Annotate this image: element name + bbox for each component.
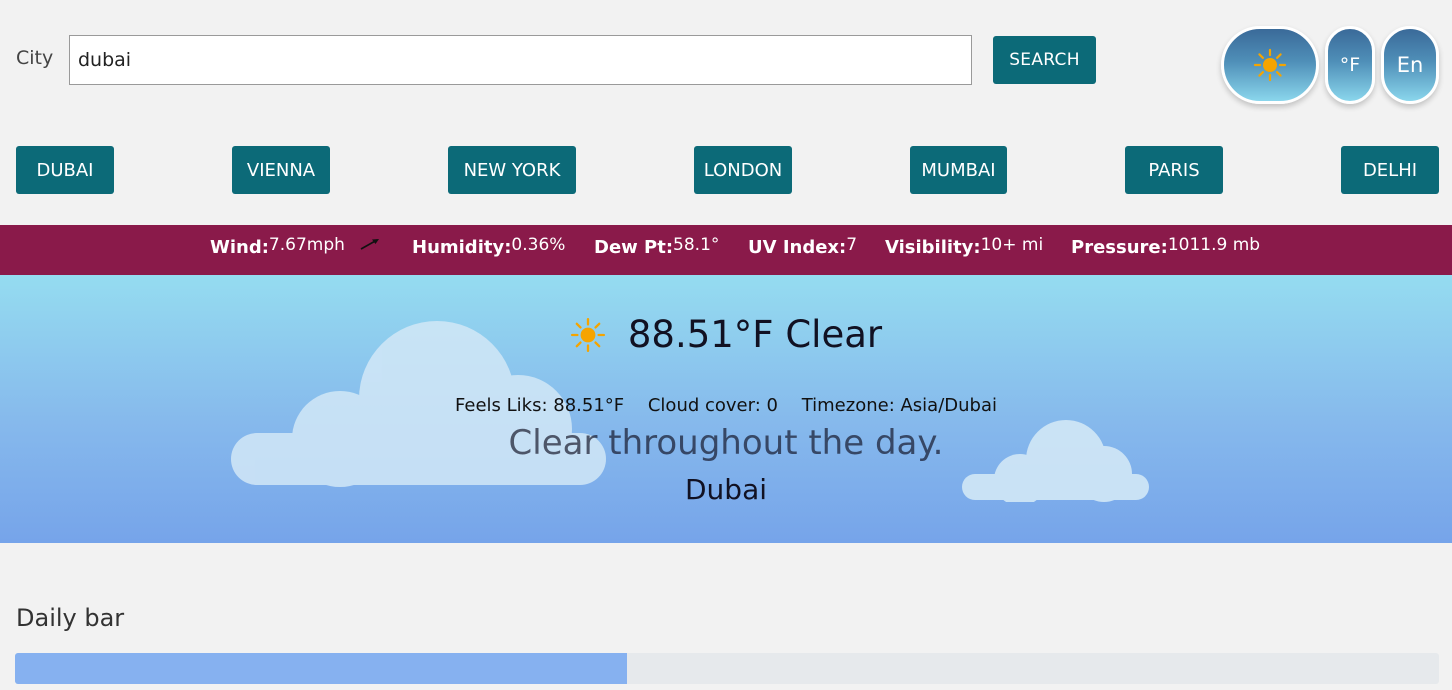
- temperature-condition: 88.51°F Clear: [627, 313, 883, 356]
- city-button-mumbai[interactable]: MUMBAI: [910, 146, 1007, 194]
- city-button-london[interactable]: LONDON: [694, 146, 792, 194]
- pressure-stat: Pressure:1011.9 mb: [1071, 235, 1261, 258]
- weather-details: Feels Liks: 88.51°F Cloud cover: 0 Timez…: [0, 395, 1452, 416]
- daily-bar-title: Daily bar: [16, 604, 125, 632]
- unit-toggle-button[interactable]: °F: [1325, 26, 1375, 104]
- language-toggle-button[interactable]: En: [1381, 26, 1439, 104]
- wind-label: Wind:: [210, 237, 269, 258]
- sun-icon: [570, 317, 605, 352]
- city-button-dubai[interactable]: DUBAI: [16, 146, 114, 194]
- theme-toggle-button[interactable]: [1221, 26, 1319, 104]
- feels-like: Feels Liks: 88.51°F: [455, 395, 625, 416]
- visibility-value: 10+ mi: [980, 235, 1044, 255]
- dew-point-label: Dew Pt:: [594, 237, 674, 258]
- city-name: Dubai: [684, 473, 768, 506]
- current-conditions-heading: 88.51°F Clear: [0, 313, 1452, 356]
- wind-value: 7.67mph: [268, 235, 345, 255]
- dew-point-stat: Dew Pt:58.1°: [594, 235, 720, 258]
- daily-progress-fill: [15, 653, 628, 684]
- uv-index-value: 7: [846, 235, 858, 255]
- cloud-cover: Cloud cover: 0: [647, 395, 778, 416]
- wind-stat: Wind:7.67mph: [210, 235, 381, 258]
- search-bar: City SEARCH °F En: [0, 0, 1452, 120]
- dew-point-value: 58.1°: [673, 235, 720, 255]
- uv-index-stat: UV Index:7: [748, 235, 858, 258]
- humidity-stat: Humidity:0.36%: [412, 235, 566, 258]
- city-button-paris[interactable]: PARIS: [1125, 146, 1223, 194]
- uv-index-label: UV Index:: [748, 237, 847, 258]
- timezone: Timezone: Asia/Dubai: [801, 395, 997, 416]
- wind-direction-arrow-icon: [360, 239, 379, 250]
- visibility-stat: Visibility:10+ mi: [885, 235, 1044, 258]
- daily-summary: Clear throughout the day.: [508, 423, 944, 463]
- sun-icon: [1253, 48, 1287, 82]
- city-button-vienna[interactable]: VIENNA: [232, 146, 330, 194]
- visibility-label: Visibility:: [885, 237, 981, 258]
- pressure-label: Pressure:: [1071, 237, 1168, 258]
- humidity-value: 0.36%: [511, 235, 566, 255]
- pressure-value: 1011.9 mb: [1167, 235, 1261, 255]
- humidity-label: Humidity:: [412, 237, 512, 258]
- city-search-input[interactable]: [69, 35, 972, 85]
- weather-stats-bar: Wind:7.67mph Humidity:0.36% Dew Pt:58.1°…: [0, 225, 1452, 275]
- daily-progress-bar: [15, 653, 1439, 684]
- current-weather-panel: 88.51°F Clear Feels Liks: 88.51°F Cloud …: [0, 275, 1452, 543]
- city-button-new-york[interactable]: NEW YORK: [448, 146, 576, 194]
- city-label: City: [16, 47, 54, 69]
- search-button[interactable]: SEARCH: [993, 36, 1096, 84]
- city-button-delhi[interactable]: DELHI: [1341, 146, 1439, 194]
